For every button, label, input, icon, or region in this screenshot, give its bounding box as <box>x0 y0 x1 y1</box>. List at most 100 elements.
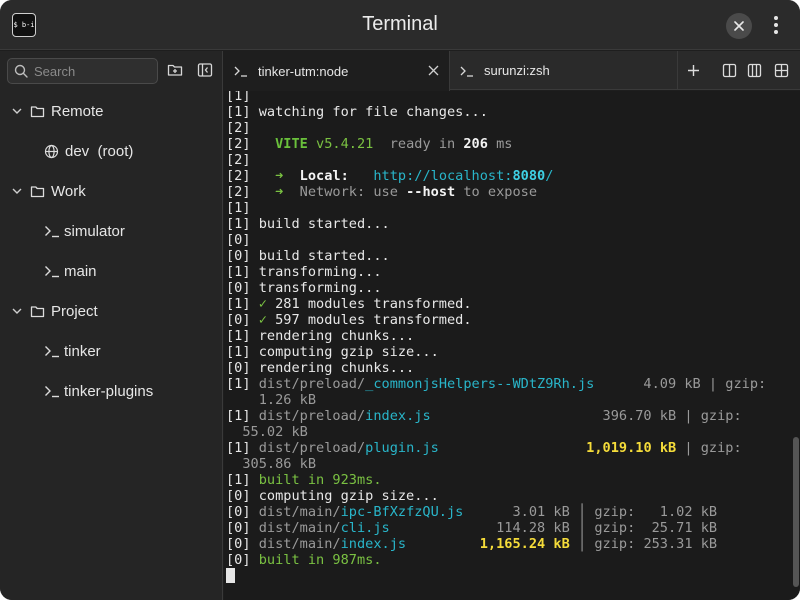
terminal-segment: [1] <box>226 440 259 456</box>
terminal-scrollbar[interactable] <box>793 437 799 587</box>
split-columns-icon <box>722 63 737 78</box>
terminal-line: [1] transforming... <box>226 264 786 280</box>
terminal-line: [0] computing gzip size... <box>226 488 786 504</box>
terminal-segment: [1] rendering chunks... <box>226 328 415 344</box>
split-grid-button[interactable] <box>774 63 789 78</box>
close-button[interactable] <box>726 13 752 39</box>
tree-label: tinker <box>64 342 101 360</box>
terminal-segment: / <box>545 168 554 184</box>
terminal-segment: 206 <box>463 136 488 152</box>
terminal-segment: | gzip: <box>700 376 767 392</box>
terminal-segment <box>406 536 480 552</box>
terminal-segment: dist/preload/ <box>258 440 366 456</box>
new-folder-button[interactable] <box>167 62 183 78</box>
terminal-segment: | gzip: <box>676 440 742 456</box>
tab-label: surunzi:zsh <box>484 63 550 78</box>
terminal-segment: [0] <box>226 536 259 552</box>
terminal-segment: plugin.js <box>365 440 439 456</box>
terminal-segment: [0] rendering chunks... <box>226 360 415 376</box>
tree-item[interactable]: dev (root) <box>0 131 222 171</box>
terminal-segment <box>349 168 374 184</box>
more-dot-icon <box>774 23 778 27</box>
close-icon <box>734 21 744 31</box>
terminal-segment: 8080 <box>512 168 546 184</box>
folder-icon <box>30 185 45 197</box>
terminal-line: [1] dist/preload/index.js 396.70 kB | gz… <box>226 408 786 424</box>
chevron-down-icon[interactable] <box>11 105 23 117</box>
terminal-segment: built in 923ms. <box>258 472 382 488</box>
terminal-line: [1] build started... <box>226 216 786 232</box>
terminal-line: [1] ✓ 281 modules transformed. <box>226 296 786 312</box>
prompt-icon <box>460 66 473 77</box>
terminal-segment: 3.01 kB <box>512 504 570 520</box>
terminal-output[interactable]: [1] [1] watching for file changes... [2] [2… <box>224 91 800 600</box>
new-tab-button[interactable] <box>686 63 701 78</box>
tab-surunzi-zsh[interactable]: surunzi:zsh <box>450 51 678 90</box>
terminal-line: [0] dist/main/cli.js 114.28 kB │ gzip: 2… <box>226 520 786 536</box>
terminal-segment: [2] <box>226 168 276 184</box>
tree-group[interactable]: Project <box>0 291 222 331</box>
terminal-segment: Local: <box>299 168 349 184</box>
terminal-segment: ms <box>487 136 513 152</box>
terminal-segment: dist/main/ <box>258 504 341 520</box>
terminal-line: 305.86 kB <box>226 456 786 472</box>
tree-label: Work <box>51 182 86 200</box>
terminal-segment: [1] <box>226 376 259 392</box>
terminal-segment: 1.26 kB <box>226 392 317 408</box>
tree-label: simulator <box>64 222 125 240</box>
terminal-line: [0] rendering chunks... <box>226 360 786 376</box>
search-box[interactable] <box>7 58 158 84</box>
terminal-line: [2] <box>226 120 786 136</box>
sidebar-collapse-icon <box>197 63 213 77</box>
tab-close-icon[interactable] <box>428 65 439 76</box>
terminal-segment: [0] computing gzip size... <box>226 488 439 504</box>
terminal-segment: index.js <box>365 408 431 424</box>
terminal-line: [0] transforming... <box>226 280 786 296</box>
terminal-segment: [1] <box>226 472 259 488</box>
tree-label: Project <box>51 302 98 320</box>
terminal-line: [1] <box>226 200 786 216</box>
terminal-line: [1] <box>226 91 786 104</box>
terminal-segment: 305.86 kB <box>226 456 317 472</box>
chevron-down-icon[interactable] <box>11 305 23 317</box>
search-input[interactable] <box>34 63 144 79</box>
terminal-segment: [1] <box>226 200 251 216</box>
terminal-segment: dist/main/ <box>258 536 341 552</box>
tree-item[interactable]: simulator <box>0 211 222 251</box>
terminal-line: [0] dist/main/ipc-BfXzfzQU.js 3.01 kB │ … <box>226 504 786 520</box>
terminal-line: [1] rendering chunks... <box>226 328 786 344</box>
terminal-segment: dist/main/ <box>258 520 341 536</box>
terminal-segment: [1] build started... <box>226 216 390 232</box>
terminal-segment: [2] <box>226 184 276 200</box>
more-dot-icon <box>774 16 778 20</box>
terminal-segment: [1] <box>226 91 251 104</box>
tree-item[interactable]: tinker <box>0 331 222 371</box>
tree-group[interactable]: Work <box>0 171 222 211</box>
tab-tinker-utm-node[interactable]: tinker-utm:node <box>224 51 450 91</box>
tree-item[interactable]: tinker-plugins <box>0 371 222 411</box>
split-three-columns-icon <box>747 63 762 78</box>
terminal-segment: _commonjsHelpers--WDtZ9Rh.js <box>365 376 595 392</box>
terminal-cursor <box>226 568 235 583</box>
terminal-segment: [2] <box>226 152 251 168</box>
terminal-segment: [2] <box>226 120 251 136</box>
collapse-sidebar-button[interactable] <box>197 62 213 78</box>
more-dot-icon <box>774 30 778 34</box>
terminal-segment <box>463 504 512 520</box>
chevron-down-icon[interactable] <box>11 185 23 197</box>
tree-label: tinker-plugins <box>64 382 154 400</box>
tree-item[interactable]: main <box>0 251 222 291</box>
tree-group[interactable]: Remote <box>0 91 222 131</box>
terminal-line: [0] <box>226 232 786 248</box>
connection-tree: Remote dev (root) Work simulator main Project… <box>0 91 222 411</box>
prompt-icon <box>234 66 247 77</box>
terminal-window: $ b-i Terminal Remote dev (root) Work simul… <box>0 0 800 600</box>
split-three-button[interactable] <box>747 63 762 78</box>
tab-bar: tinker-utm:node surunzi:zsh <box>224 51 800 91</box>
app-logo-icon[interactable]: $ b-i <box>12 13 36 37</box>
terminal-segment <box>439 440 586 456</box>
terminal-line: [0] build started... <box>226 248 786 264</box>
terminal-segment: ready in <box>373 136 464 152</box>
more-options-button[interactable] <box>766 12 786 38</box>
split-vertical-button[interactable] <box>722 63 737 78</box>
